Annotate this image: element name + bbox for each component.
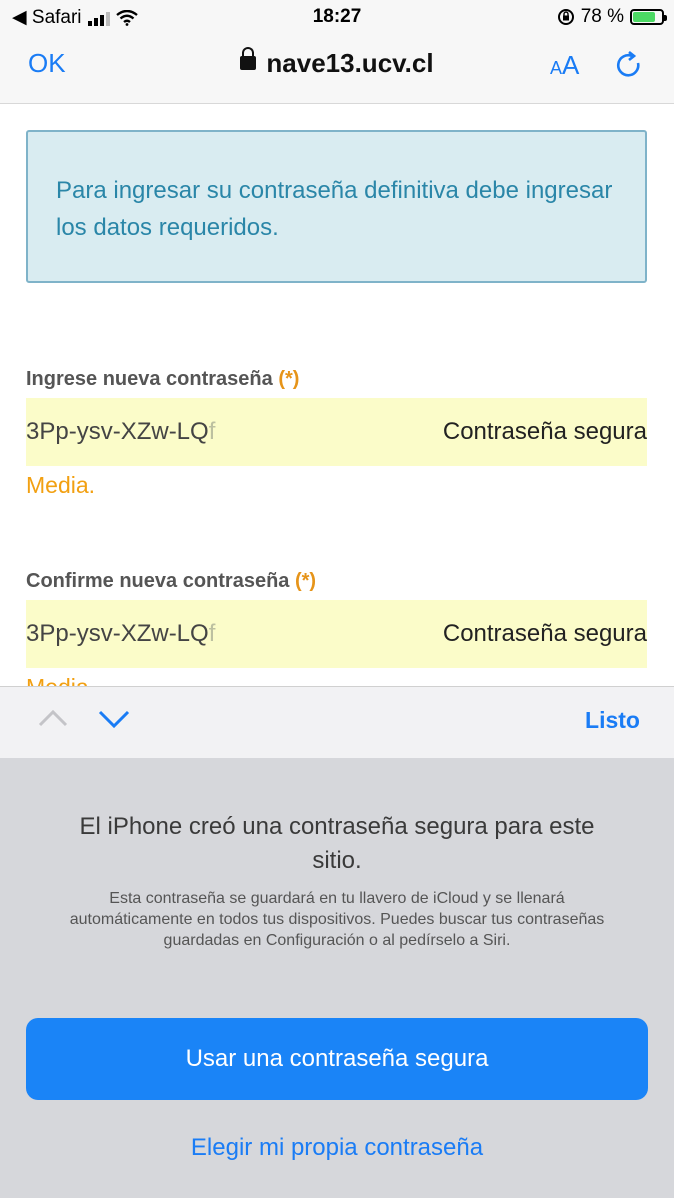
info-message-text: Para ingresar su contraseña definitiva d…	[56, 177, 613, 241]
reload-icon	[616, 50, 640, 77]
status-right: 78 %	[557, 6, 667, 28]
new-password-value: 3Pp-ysv-XZw-LQf	[26, 418, 215, 446]
strong-password-hint: Contraseña segura	[442, 620, 647, 647]
strong-password-hint: Contraseña segura	[442, 418, 647, 445]
choose-own-password-button[interactable]: Elegir mi propia contraseña	[0, 1134, 674, 1162]
new-password-value-text: 3Pp-ysv-XZw-LQ	[26, 418, 209, 445]
orientation-lock-icon	[557, 9, 574, 25]
done-button[interactable]: Listo	[585, 707, 640, 734]
new-password-label-text: Ingrese nueva contraseña	[26, 368, 273, 390]
next-field-chevron-down-icon[interactable]	[98, 708, 130, 730]
safari-nav-bar: OK nave13.ucv.cl AA	[0, 34, 674, 104]
new-password-label: Ingrese nueva contraseña (*)	[26, 368, 299, 391]
required-marker: (*)	[294, 570, 317, 592]
confirm-password-label: Confirme nueva contraseña (*)	[26, 570, 316, 593]
info-message-box: Para ingresar su contraseña definitiva d…	[26, 130, 647, 283]
previous-field-chevron-up-icon[interactable]	[38, 708, 68, 728]
password-strength: Media.	[26, 472, 96, 498]
new-password-value-faded: f	[208, 418, 216, 445]
confirm-password-input[interactable]: 3Pp-ysv-XZw-LQf Contraseña segura	[26, 600, 647, 668]
use-strong-password-button[interactable]: Usar una contraseña segura	[26, 1018, 648, 1100]
confirm-password-value: 3Pp-ysv-XZw-LQf	[26, 620, 215, 648]
url-text: nave13.ucv.cl	[266, 48, 434, 78]
confirm-password-value-text: 3Pp-ysv-XZw-LQ	[26, 620, 209, 647]
lock-icon	[240, 47, 257, 71]
text-size-button[interactable]: AA	[550, 50, 579, 81]
required-marker: (*)	[278, 368, 300, 390]
text-size-large-letter: A	[562, 50, 580, 80]
new-password-input[interactable]: 3Pp-ysv-XZw-LQf Contraseña segura	[26, 398, 647, 466]
battery-icon	[630, 9, 667, 25]
sheet-title: El iPhone creó una contraseña segura par…	[79, 813, 595, 874]
status-bar: ◀ Safari 18:27 78 %	[0, 0, 674, 34]
reload-button[interactable]	[614, 50, 644, 88]
strong-password-sheet: El iPhone creó una contraseña segura par…	[0, 758, 674, 1198]
confirm-password-label-text: Confirme nueva contraseña	[26, 570, 290, 592]
battery-fill	[633, 12, 655, 22]
battery-percent: 78 %	[580, 6, 624, 27]
text-size-small-letter: A	[550, 58, 563, 78]
sheet-description: Esta contraseña se guardará en tu llaver…	[69, 890, 605, 949]
confirm-password-value-faded: f	[208, 620, 216, 647]
